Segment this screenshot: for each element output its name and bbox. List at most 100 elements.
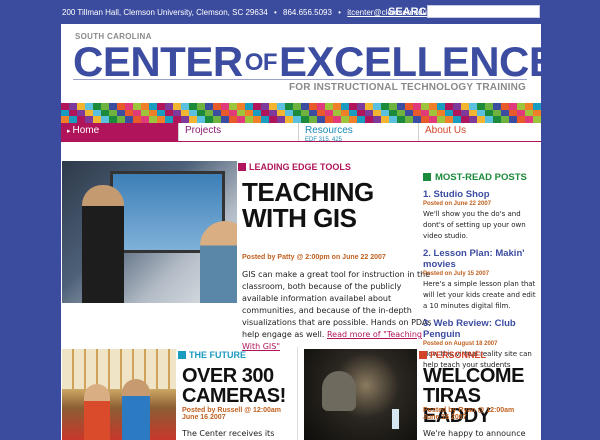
camera-boxes xyxy=(62,349,176,389)
mosaic-tile xyxy=(69,116,77,123)
mosaic-tile xyxy=(293,109,301,117)
mosaic-tile xyxy=(77,103,85,110)
mosaic-tile xyxy=(373,103,381,110)
mosaic-tile xyxy=(501,103,509,110)
cameras-photo[interactable] xyxy=(62,349,176,440)
mosaic-tile xyxy=(237,103,245,110)
mosaic-tile xyxy=(245,116,253,123)
mosaic-tile xyxy=(85,109,93,117)
mosaic-tile xyxy=(437,116,445,123)
sidebar-entry-date: Posted on June 22 2007 xyxy=(423,201,492,207)
story2-headline-line: OVER 300 xyxy=(182,365,274,387)
mosaic-tile xyxy=(357,116,365,123)
mosaic-tile xyxy=(261,109,269,117)
nav-projects[interactable]: Projects xyxy=(178,123,298,141)
mosaic-tile xyxy=(245,109,253,117)
sidebar-title-label: MOST-READ POSTS xyxy=(435,172,527,183)
mosaic-tile xyxy=(285,109,293,117)
person-figure xyxy=(84,384,110,440)
page-content: SOUTH CAROLINA CENTEROFEXCELLENCE FOR IN… xyxy=(61,24,541,440)
mosaic-tile xyxy=(85,116,93,123)
mosaic-tile xyxy=(101,109,109,117)
mosaic-tile xyxy=(397,103,405,110)
nav-about[interactable]: About Us xyxy=(418,123,541,141)
feature-photo[interactable] xyxy=(62,161,237,303)
mosaic-tile xyxy=(509,103,517,110)
sidebar-entry-title[interactable]: 3. Web Review: Club Penguin xyxy=(423,318,539,340)
nav-home[interactable]: Home xyxy=(61,123,178,141)
story2-byline-author: Posted by Russell @ 12:00am xyxy=(182,407,282,414)
mosaic-tile xyxy=(149,116,157,123)
mosaic-tile xyxy=(101,116,109,123)
mosaic-tile xyxy=(69,109,77,117)
story2-headline[interactable]: OVER 300 CAMERAS! xyxy=(182,366,292,406)
mosaic-tile xyxy=(461,116,469,123)
mosaic-tile xyxy=(445,116,453,123)
mosaic-tile xyxy=(501,116,509,123)
mosaic-tile xyxy=(341,103,349,110)
mosaic-tile xyxy=(93,109,101,117)
feature-headline[interactable]: TEACHING WITH GIS xyxy=(242,179,432,231)
mosaic-tile xyxy=(509,116,517,123)
sidebar-title: MOST-READ POSTS xyxy=(423,172,539,183)
person-figure xyxy=(122,379,150,440)
story2-byline-date: June 16 2007 xyxy=(182,414,226,421)
mosaic-tile xyxy=(413,103,421,110)
mosaic-tile xyxy=(245,103,253,110)
nav-resources[interactable]: Resources EDF 315, 425 xyxy=(298,123,418,143)
mosaic-tile xyxy=(205,103,213,110)
mosaic-tile xyxy=(381,116,389,123)
mosaic-tile xyxy=(349,109,357,117)
mosaic-tile xyxy=(325,103,333,110)
mosaic-tile xyxy=(229,109,237,117)
mosaic-tile xyxy=(93,116,101,123)
mosaic-tile xyxy=(173,103,181,110)
logo-excellence: EXCELLENCE xyxy=(279,38,541,85)
mosaic-tile xyxy=(261,116,269,123)
mosaic-tile xyxy=(525,109,533,117)
mosaic-tile xyxy=(389,103,397,110)
mosaic-tile xyxy=(509,109,517,117)
mosaic-tile xyxy=(373,116,381,123)
mosaic-tile xyxy=(117,109,125,117)
sidebar-entry-title[interactable]: 1. Studio Shop xyxy=(423,189,539,200)
feature-category: LEADING EDGE TOOLS xyxy=(238,162,351,172)
story2-byline: Posted by Russell @ 12:00am June 16 2007 xyxy=(182,407,281,421)
mosaic-tile xyxy=(477,103,485,110)
mosaic-tile xyxy=(213,109,221,117)
mosaic-tile xyxy=(141,109,149,117)
mosaic-tile xyxy=(125,109,133,117)
masthead-rule xyxy=(73,79,527,80)
mosaic-tile xyxy=(189,109,197,117)
mosaic-tile xyxy=(533,116,541,123)
mosaic-tile xyxy=(237,116,245,123)
sidebar-entry-title[interactable]: 2. Lesson Plan: Makin' movies xyxy=(423,248,539,270)
mosaic-tile xyxy=(317,109,325,117)
mosaic-tile xyxy=(277,103,285,110)
search-input[interactable] xyxy=(427,5,540,18)
story3-headline-line: WELCOME xyxy=(423,365,524,387)
sidebar-entry-date: Posted on July 15 2007 xyxy=(423,271,490,277)
mosaic-tile xyxy=(485,109,493,117)
mosaic-tile xyxy=(501,109,509,117)
personnel-photo[interactable] xyxy=(304,349,417,440)
address-text: 200 Tillman Hall, Clemson University, Cl… xyxy=(62,8,268,17)
story3-category: PERSONNEL xyxy=(419,350,486,360)
mosaic-tile xyxy=(317,116,325,123)
mosaic-tile xyxy=(117,116,125,123)
nav-underline xyxy=(61,141,541,142)
mosaic-tile xyxy=(309,116,317,123)
sidebar-entry-text: Here's a simple lesson plan that will le… xyxy=(423,280,536,310)
mosaic-tile xyxy=(429,116,437,123)
mosaic-tile xyxy=(397,116,405,123)
mosaic-tile xyxy=(461,103,469,110)
mosaic-tile xyxy=(533,109,541,117)
category-square-icon xyxy=(419,351,427,359)
mosaic-tile xyxy=(333,109,341,117)
mosaic-tile xyxy=(293,103,301,110)
mosaic-tile xyxy=(117,103,125,110)
mosaic-tile xyxy=(141,103,149,110)
mosaic-tile xyxy=(189,103,197,110)
phone-text: 864.656.5093 xyxy=(283,8,332,17)
mosaic-tile xyxy=(477,109,485,117)
